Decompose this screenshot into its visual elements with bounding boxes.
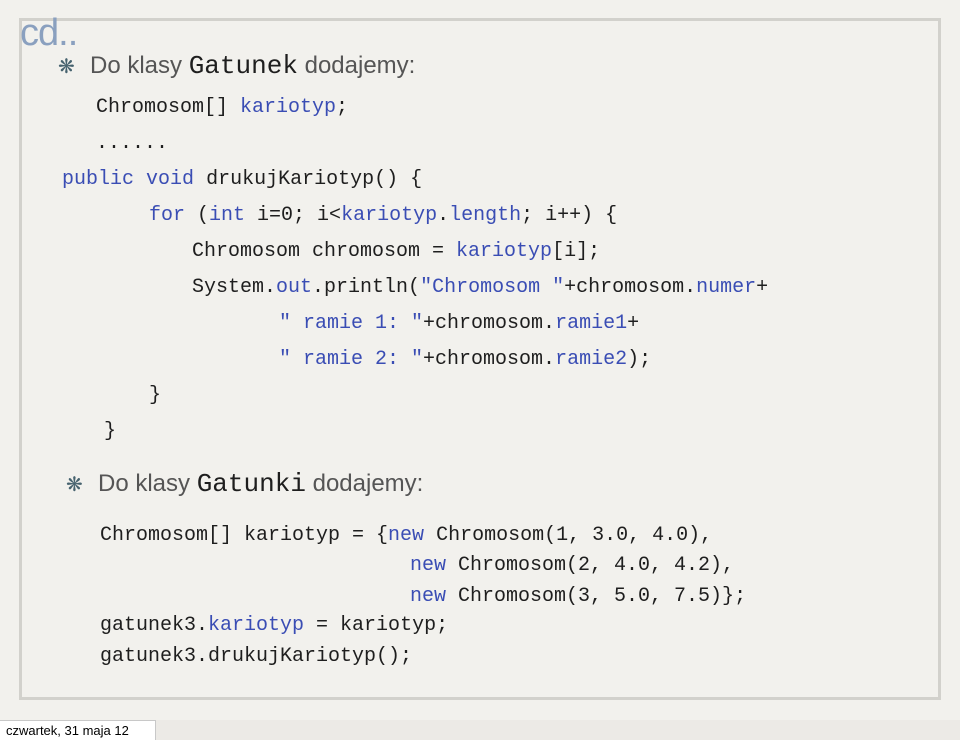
code-keyword: public — [62, 168, 135, 191]
code-token: kariotyp — [456, 240, 553, 263]
bullet-suffix: dodajemy: — [297, 52, 416, 79]
code-token: . — [437, 204, 450, 227]
code-token: + — [627, 312, 640, 335]
bullet-class-name: Gatunek — [188, 51, 298, 81]
code-line-method-signature: public void drukujKariotyp() { — [62, 170, 422, 190]
code-string: " ramie 2: " — [279, 348, 424, 371]
code-token: Chromosom[] kariotyp = { — [100, 524, 389, 547]
bullet-prefix: Do klasy — [98, 470, 197, 497]
code-token: Chromosom chromosom = — [192, 240, 457, 263]
code-token: + — [756, 276, 769, 299]
code-token: Chromosom[] — [96, 96, 241, 119]
snowflake-bullet-icon: ❋ — [58, 56, 75, 78]
code-keyword: new — [410, 585, 447, 608]
code-token: gatunek3. — [100, 614, 209, 637]
code-token: Chromosom(1, 3.0, 4.0), — [424, 524, 713, 547]
code-token: numer — [696, 276, 757, 299]
code-token: [i]; — [552, 240, 601, 263]
code-token: kariotyp — [240, 96, 337, 119]
code-token: out — [276, 276, 313, 299]
bullet-gatunki: ❋ Do klasy Gatunki dodajemy: — [66, 471, 423, 497]
code-line-println: System.out.println("Chromosom "+chromoso… — [192, 278, 768, 298]
code-keyword: new — [388, 524, 425, 547]
code-token: = kariotyp; — [304, 614, 449, 637]
code-line-chromosom-assign: Chromosom chromosom = kariotyp[i]; — [192, 242, 600, 262]
bullet-suffix: dodajemy: — [305, 470, 424, 497]
footer-date: czwartek, 31 maja 12 — [0, 720, 156, 740]
code-line-new-chromosom-2: new Chromosom(2, 4.0, 4.2), — [410, 556, 734, 576]
code-token: drukujKariotyp() { — [206, 168, 423, 191]
bullet-class-name: Gatunki — [196, 469, 306, 499]
code-token: +chromosom. — [423, 312, 556, 335]
code-token: Chromosom(2, 4.0, 4.2), — [446, 554, 735, 577]
code-line-call-print: gatunek3.drukujKariotyp(); — [100, 645, 413, 668]
code-line-array-init: Chromosom[] kariotyp = {new Chromosom(1,… — [100, 526, 712, 546]
code-token: ramie2 — [555, 348, 628, 371]
snowflake-bullet-icon: ❋ — [66, 474, 83, 496]
code-string: "Chromosom " — [420, 276, 565, 299]
code-token: Chromosom(3, 5.0, 7.5)}; — [446, 585, 747, 608]
code-keyword: int — [209, 204, 246, 227]
code-token: kariotyp — [341, 204, 438, 227]
code-token: .println( — [312, 276, 421, 299]
code-line-field: Chromosom[] kariotyp; — [96, 98, 348, 118]
code-token: ); — [627, 348, 652, 371]
code-token: ; — [336, 96, 349, 119]
code-string: " ramie 1: " — [279, 312, 424, 335]
code-keyword: void — [146, 168, 195, 191]
code-keyword: new — [410, 554, 447, 577]
code-token: System. — [192, 276, 277, 299]
bullet-gatunek: ❋ Do klasy Gatunek dodajemy: — [58, 53, 415, 79]
slide: cd.. ❋ Do klasy Gatunek dodajemy: Chromo… — [0, 0, 960, 720]
code-line-ramie1: " ramie 1: "+chromosom.ramie1+ — [279, 314, 639, 334]
code-token: length — [449, 204, 522, 227]
code-line-new-chromosom-3: new Chromosom(3, 5.0, 7.5)}; — [410, 587, 746, 607]
code-line-assign-kariotyp: gatunek3.kariotyp = kariotyp; — [100, 616, 448, 636]
code-line-for-loop: for (int i=0; i<kariotyp.length; i++) { — [149, 206, 617, 226]
code-token: +chromosom. — [564, 276, 697, 299]
bullet-prefix: Do klasy — [90, 52, 189, 79]
code-token: ; i++) { — [521, 204, 618, 227]
code-token: ( — [185, 204, 210, 227]
code-line-close-for: } — [149, 384, 162, 407]
code-line-close-method: } — [104, 420, 117, 443]
slide-title: cd.. — [20, 12, 78, 54]
code-token: i=0; i< — [245, 204, 342, 227]
code-line-ramie2: " ramie 2: "+chromosom.ramie2); — [279, 350, 651, 370]
code-token: ramie1 — [555, 312, 628, 335]
code-keyword: for — [149, 204, 186, 227]
code-token: kariotyp — [208, 614, 305, 637]
code-line-ellipsis: ...... — [96, 132, 169, 155]
code-token: +chromosom. — [423, 348, 556, 371]
